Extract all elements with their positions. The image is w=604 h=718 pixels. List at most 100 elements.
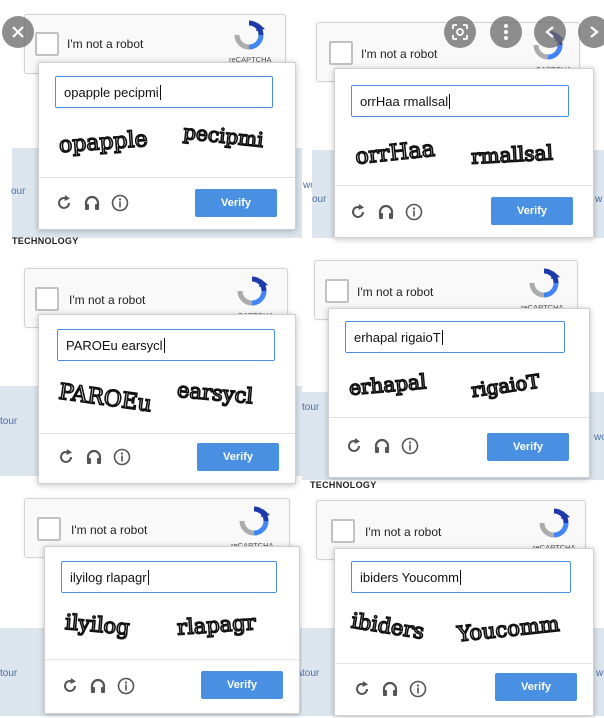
challenge-divider	[45, 659, 299, 660]
captcha-word-1: opapple	[58, 127, 148, 158]
recaptcha-logo-icon	[529, 268, 560, 298]
captcha-answer-input[interactable]: erhapal rigaioT	[345, 321, 565, 353]
text-caret	[159, 84, 161, 100]
footer-text: TECHNOLOGY	[12, 236, 79, 246]
side-text-left: tour	[302, 668, 320, 679]
not-robot-checkbox[interactable]	[37, 517, 61, 541]
side-text-right: w	[596, 668, 604, 679]
info-icon[interactable]	[409, 680, 427, 698]
not-robot-checkbox[interactable]	[35, 32, 59, 56]
captcha-answer-input[interactable]: orrHaa rmallsal	[351, 85, 569, 117]
side-text-left: tour	[0, 416, 18, 427]
headphones-icon[interactable]	[83, 194, 101, 212]
captcha-tile: tour w I'm not a robot reCAPTCHA ibiders…	[302, 488, 604, 718]
captcha-word-2: earsycl	[176, 378, 254, 409]
side-text-left: our	[312, 194, 327, 205]
captcha-tile: tour wo TECHNOLOGY I'm not a robot reCAP…	[302, 252, 604, 490]
captcha-answer-input[interactable]: ibiders Youcomm	[351, 561, 571, 593]
captcha-word-2: rlapagr	[176, 610, 257, 639]
more-vert-icon	[504, 24, 508, 40]
captcha-answer-text: opapple pecipmi	[64, 84, 159, 100]
info-icon[interactable]	[111, 194, 129, 212]
visual-search-button[interactable]	[444, 16, 476, 48]
reload-icon[interactable]	[345, 437, 363, 455]
not-robot-label: I'm not a robot	[357, 285, 434, 299]
not-robot-label: I'm not a robot	[361, 47, 438, 61]
headphones-icon[interactable]	[89, 677, 107, 695]
next-button[interactable]	[578, 16, 604, 48]
challenge-divider	[39, 433, 295, 434]
not-robot-label: I'm not a robot	[71, 523, 148, 537]
recaptcha-logo-icon	[539, 508, 570, 538]
captcha-answer-input[interactable]: opapple pecipmi	[55, 76, 273, 108]
chevron-left-icon	[545, 26, 554, 38]
captcha-word-1: orrHaa	[354, 137, 436, 170]
captcha-image: opapple pecipmi	[57, 119, 265, 159]
not-robot-label: I'm not a robot	[69, 293, 146, 307]
captcha-word-2: pecipmi	[182, 120, 264, 152]
more-options-button[interactable]	[490, 16, 522, 48]
info-icon[interactable]	[405, 203, 423, 221]
captcha-image: orrHaa rmallsal	[353, 136, 554, 171]
not-robot-checkbox[interactable]	[329, 41, 353, 65]
reload-icon[interactable]	[57, 448, 75, 466]
captcha-answer-text: erhapal rigaioT	[354, 329, 441, 345]
reload-icon[interactable]	[349, 203, 367, 221]
text-caret	[441, 329, 443, 345]
text-caret	[460, 569, 461, 585]
challenge-popup: ibiders Youcomm ibiders Youcomm Verify	[334, 548, 594, 716]
reload-icon[interactable]	[353, 680, 371, 698]
captcha-word-1: PAROEu	[57, 380, 153, 418]
close-button[interactable]	[2, 16, 34, 48]
captcha-word-1: ilyilog	[64, 610, 131, 640]
reload-icon[interactable]	[61, 677, 79, 695]
recaptcha-logo-icon	[234, 20, 265, 50]
verify-button[interactable]: Verify	[491, 197, 573, 225]
chevron-right-icon	[590, 26, 599, 38]
info-icon[interactable]	[113, 448, 131, 466]
verify-button[interactable]: Verify	[195, 189, 277, 217]
lens-icon	[452, 24, 468, 40]
challenge-divider	[39, 177, 295, 178]
captcha-word-2: Youcomm	[455, 612, 560, 647]
captcha-image: PAROEu earsycl	[56, 377, 255, 418]
challenge-popup: ilyilog rlapagr ilyilog rlapagr Verify	[44, 546, 300, 714]
info-icon[interactable]	[401, 437, 419, 455]
challenge-popup: PAROEu earsycl PAROEu earsycl Verify	[38, 314, 296, 484]
not-robot-checkbox[interactable]	[325, 279, 349, 303]
challenge-divider	[335, 663, 593, 664]
challenge-popup: erhapal rigaioT erhapal rigaioT Verify	[328, 308, 590, 478]
not-robot-checkbox[interactable]	[331, 519, 355, 543]
captcha-answer-input[interactable]: ilyilog rlapagr	[61, 561, 277, 593]
reload-icon[interactable]	[55, 194, 73, 212]
headphones-icon[interactable]	[373, 437, 391, 455]
close-icon	[12, 26, 24, 38]
verify-button[interactable]: Verify	[487, 433, 569, 461]
recaptcha-logo-icon	[239, 506, 270, 536]
captcha-answer-text: ibiders Youcomm	[360, 569, 459, 585]
not-robot-label: I'm not a robot	[67, 37, 144, 51]
captcha-answer-text: PAROEu earsycl	[66, 337, 163, 353]
headphones-icon[interactable]	[381, 680, 399, 698]
previous-button[interactable]	[534, 16, 566, 48]
headphones-icon[interactable]	[85, 448, 103, 466]
captcha-answer-text: ilyilog rlapagr	[70, 569, 147, 585]
captcha-answer-input[interactable]: PAROEu earsycl	[57, 329, 275, 361]
verify-button[interactable]: Verify	[197, 443, 279, 471]
captcha-answer-text: orrHaa rmallsal	[360, 93, 449, 109]
side-text-left: tour	[302, 402, 320, 413]
verify-button[interactable]: Verify	[201, 671, 283, 699]
side-text-right: w	[595, 194, 603, 205]
captcha-tile: our wo TECHNOLOGY I'm not a robot reCAPT…	[0, 0, 316, 246]
challenge-popup: orrHaa rmallsal orrHaa rmallsal Verify	[334, 68, 594, 238]
captcha-word-1: ibiders	[350, 609, 426, 644]
not-robot-checkbox[interactable]	[35, 287, 59, 311]
captcha-word-1: erhapal	[348, 369, 427, 400]
captcha-tile: tour I'm not a robot reCAPTCHA PAROEu ea…	[0, 252, 302, 484]
verify-button[interactable]: Verify	[495, 673, 577, 701]
info-icon[interactable]	[117, 677, 135, 695]
headphones-icon[interactable]	[377, 203, 395, 221]
not-robot-label: I'm not a robot	[365, 525, 442, 539]
side-text-left: tour	[0, 668, 18, 679]
side-text-right: wo	[594, 432, 604, 443]
